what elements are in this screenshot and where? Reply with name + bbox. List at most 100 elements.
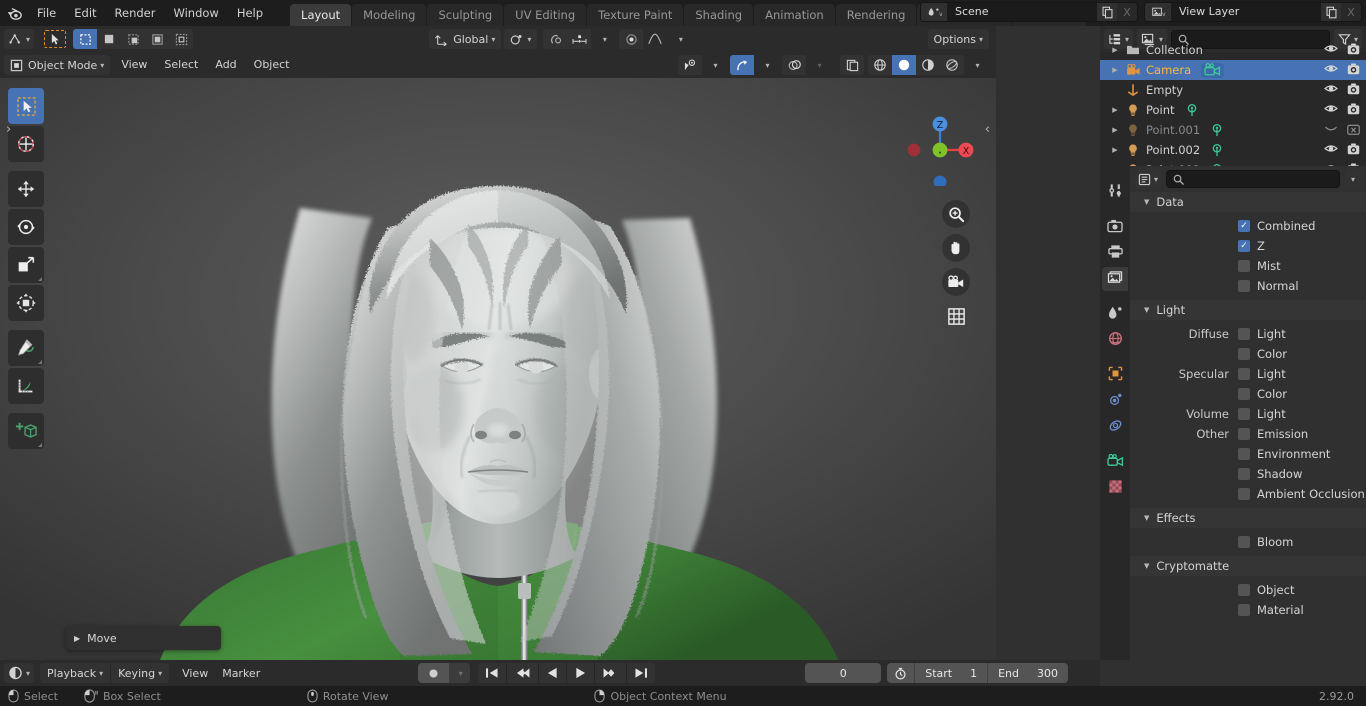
blender-logo-icon[interactable] bbox=[0, 0, 28, 26]
gizmo-chevron-icon[interactable]: ▾ bbox=[754, 55, 778, 75]
modifier-tab[interactable] bbox=[1102, 389, 1128, 413]
render-disabled-icon[interactable] bbox=[1347, 123, 1360, 138]
expand-triangle-icon[interactable]: ▶ bbox=[1108, 126, 1122, 134]
outliner-row-camera[interactable]: ▶ Camera bbox=[1100, 60, 1366, 80]
cursor-tool[interactable] bbox=[8, 126, 44, 162]
overlays-chevron-icon[interactable]: ▾ bbox=[806, 55, 830, 75]
checkbox-object[interactable] bbox=[1238, 584, 1250, 596]
shading-material-preview-icon[interactable] bbox=[916, 55, 940, 75]
checkbox-light[interactable] bbox=[1238, 328, 1250, 340]
jump-to-start-button[interactable] bbox=[477, 663, 506, 683]
render-enabled-icon[interactable] bbox=[1347, 83, 1360, 98]
checkbox-ambient-occlusion[interactable] bbox=[1238, 488, 1250, 500]
tweak-mode-button[interactable] bbox=[43, 29, 67, 49]
panel-header-effects[interactable]: ▼ Effects bbox=[1130, 508, 1366, 528]
new-scene-button[interactable] bbox=[1097, 3, 1117, 21]
annotate-tool[interactable] bbox=[8, 330, 44, 366]
zoom-icon[interactable] bbox=[942, 200, 970, 228]
workspace-tab-layout[interactable]: Layout bbox=[290, 4, 352, 26]
checkbox-environment[interactable] bbox=[1238, 448, 1250, 460]
light-data-icon[interactable] bbox=[1185, 103, 1199, 118]
render-enabled-icon[interactable] bbox=[1347, 143, 1360, 158]
jump-to-end-button[interactable] bbox=[625, 663, 655, 683]
workspace-tab-rendering[interactable]: Rendering bbox=[835, 4, 917, 26]
panel-collapse-triangle-icon[interactable]: ▼ bbox=[1144, 306, 1149, 314]
falloff-chevron-icon[interactable]: ▾ bbox=[667, 29, 691, 49]
snap-toggle-icon[interactable] bbox=[543, 29, 568, 49]
frame-end-field[interactable]: End 300 bbox=[987, 663, 1068, 683]
playback-menu[interactable]: Playback ▾ bbox=[40, 663, 111, 683]
show-gizmo-visibility-icon[interactable] bbox=[678, 55, 702, 75]
timeline-marker-menu[interactable]: Marker bbox=[215, 663, 267, 683]
properties-search-input[interactable] bbox=[1166, 170, 1340, 188]
panel-collapse-triangle-icon[interactable]: ▼ bbox=[1144, 514, 1149, 522]
render-tab[interactable] bbox=[1102, 215, 1128, 239]
viewport-3d-canvas[interactable]: › ‹ Z X ▶ Move bbox=[0, 78, 996, 660]
panel-header-cryptomatte[interactable]: ▼ Cryptomatte bbox=[1130, 556, 1366, 576]
scene-tab[interactable] bbox=[1102, 302, 1128, 326]
workspace-tab-modeling[interactable]: Modeling bbox=[352, 4, 427, 26]
menu-edit[interactable]: Edit bbox=[65, 4, 105, 23]
checkbox-mist[interactable] bbox=[1238, 260, 1250, 272]
properties-editor-type-selector[interactable]: ▾ bbox=[1135, 169, 1162, 189]
checkbox-combined[interactable]: ✓ bbox=[1238, 220, 1250, 232]
visibility-chevron-icon[interactable]: ▾ bbox=[702, 55, 726, 75]
menu-render[interactable]: Render bbox=[106, 4, 165, 23]
viewport-menu-view[interactable]: View bbox=[113, 55, 155, 75]
gizmo-toggle-icon[interactable] bbox=[730, 55, 754, 75]
render-enabled-icon[interactable] bbox=[1347, 43, 1360, 58]
checkbox-color[interactable] bbox=[1238, 388, 1250, 400]
checkbox-color[interactable] bbox=[1238, 348, 1250, 360]
operator-expand-triangle-icon[interactable]: ▶ bbox=[74, 634, 80, 643]
transform-orientation-selector[interactable]: Global ▾ bbox=[429, 29, 502, 49]
snap-target-icon[interactable] bbox=[567, 29, 592, 49]
rotate-tool[interactable] bbox=[8, 209, 44, 245]
shading-rendered-icon[interactable] bbox=[940, 55, 964, 75]
editor-type-selector[interactable]: ▾ bbox=[4, 29, 35, 49]
menu-window[interactable]: Window bbox=[164, 4, 227, 23]
object-tab[interactable] bbox=[1102, 363, 1128, 387]
render-enabled-icon[interactable] bbox=[1347, 103, 1360, 118]
scene-selector[interactable]: v Scene X bbox=[920, 2, 1138, 22]
timeline-view-menu[interactable]: View bbox=[175, 663, 215, 683]
transform-tool[interactable] bbox=[8, 285, 44, 321]
viewport-menu-object[interactable]: Object bbox=[246, 55, 298, 75]
light-data-icon[interactable] bbox=[1210, 123, 1224, 138]
current-frame-field[interactable]: 0 bbox=[805, 663, 882, 683]
auto-keying-icon[interactable] bbox=[417, 663, 449, 683]
shading-solid-icon[interactable] bbox=[892, 55, 916, 75]
previous-keyframe-button[interactable] bbox=[505, 663, 538, 683]
checkbox-light[interactable] bbox=[1238, 408, 1250, 420]
menu-help[interactable]: Help bbox=[228, 4, 272, 23]
eye-visible-icon[interactable] bbox=[1324, 63, 1338, 77]
output-tab[interactable] bbox=[1102, 241, 1128, 265]
overlays-toggle-icon[interactable] bbox=[782, 55, 806, 75]
workspace-tab-animation[interactable]: Animation bbox=[754, 4, 835, 26]
light-data-icon[interactable] bbox=[1210, 143, 1224, 158]
eye-visible-icon[interactable] bbox=[1324, 143, 1338, 157]
eye-visible-icon[interactable] bbox=[1324, 103, 1338, 117]
new-view-layer-button[interactable] bbox=[1321, 3, 1341, 21]
menu-file[interactable]: File bbox=[28, 4, 65, 23]
outliner-row-point[interactable]: ▶ Point bbox=[1100, 100, 1366, 120]
workspace-tab-shading[interactable]: Shading bbox=[684, 4, 754, 26]
checkbox-z[interactable]: ✓ bbox=[1238, 240, 1250, 252]
select-extend-icon[interactable] bbox=[121, 29, 146, 49]
eye-hidden-icon[interactable] bbox=[1324, 123, 1338, 137]
viewport-options-button[interactable]: Options ▾ bbox=[927, 29, 990, 49]
eye-visible-icon[interactable] bbox=[1324, 83, 1338, 97]
constraints-tab[interactable] bbox=[1102, 415, 1128, 439]
view-layer-selector[interactable]: v View Layer X bbox=[1144, 2, 1362, 22]
xray-toggle-icon[interactable] bbox=[840, 55, 864, 75]
proportional-edit-icon[interactable] bbox=[619, 29, 644, 49]
scale-tool[interactable] bbox=[8, 247, 44, 283]
viewport-sidebar-collapse-left-icon[interactable]: › bbox=[6, 122, 11, 137]
keying-menu[interactable]: Keying ▾ bbox=[110, 663, 170, 683]
unlink-scene-button[interactable]: X bbox=[1117, 3, 1137, 21]
viewport-menu-add[interactable]: Add bbox=[207, 55, 244, 75]
outliner-row-empty[interactable]: ▶Empty bbox=[1100, 80, 1366, 100]
outliner-row-collection[interactable]: ▶ Collection bbox=[1100, 40, 1366, 60]
shading-wireframe-icon[interactable] bbox=[868, 55, 892, 75]
shading-chevron-icon[interactable]: ▾ bbox=[964, 55, 988, 75]
tool-tab[interactable] bbox=[1102, 180, 1128, 204]
